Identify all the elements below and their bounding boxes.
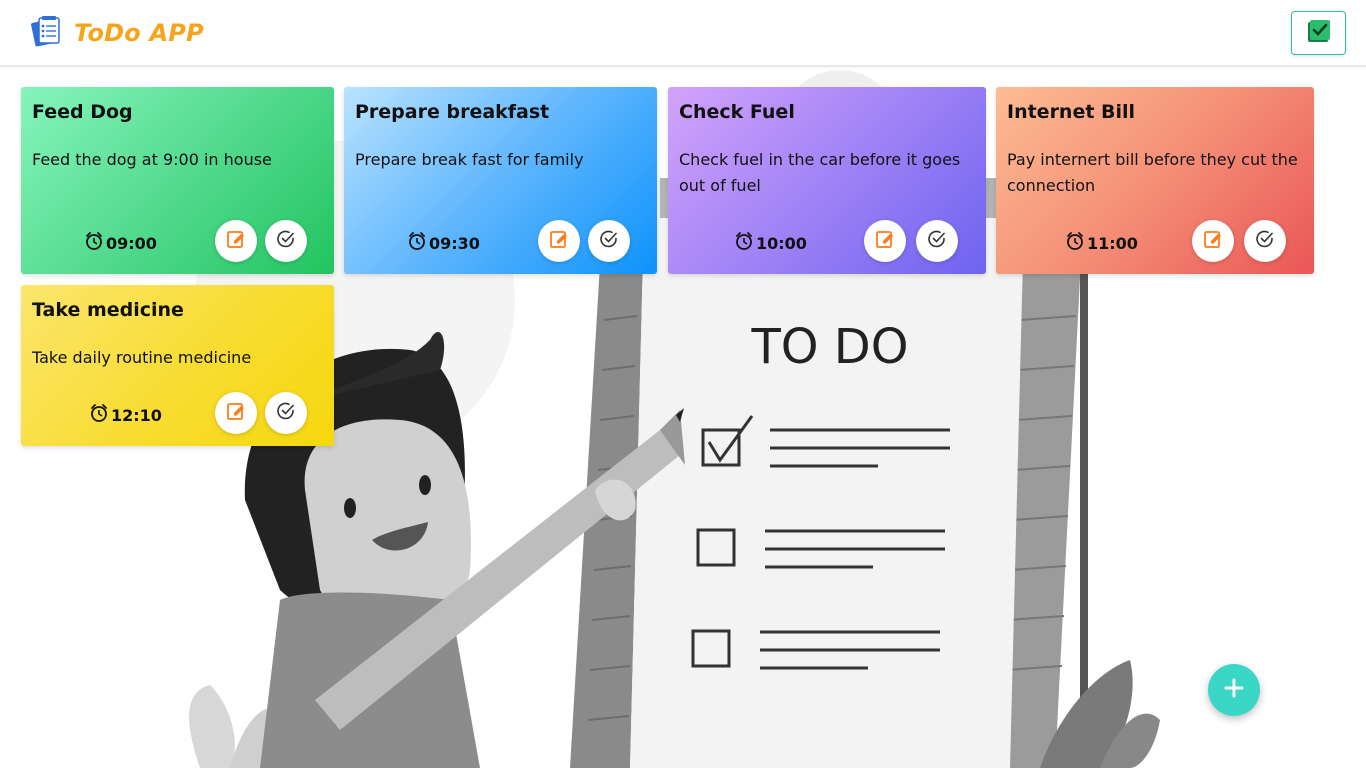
- task-description: Pay internert bill before they cut the c…: [1007, 150, 1298, 195]
- task-card: Take medicine Take daily routine medicine…: [21, 285, 334, 446]
- plus-icon: [1224, 678, 1244, 702]
- app-title: ToDo APP: [74, 19, 204, 47]
- task-time: 10:00: [734, 231, 807, 255]
- check-circle-icon: [927, 229, 947, 253]
- complete-task-button[interactable]: [265, 220, 307, 262]
- app-logo[interactable]: ToDo APP: [31, 15, 204, 51]
- task-description: Take daily routine medicine: [32, 348, 252, 367]
- edit-task-button[interactable]: [538, 220, 580, 262]
- complete-task-button[interactable]: [916, 220, 958, 262]
- task-description: Prepare break fast for family: [355, 150, 584, 169]
- task-time-value: 09:00: [106, 233, 157, 253]
- add-task-button[interactable]: [1208, 664, 1260, 716]
- task-description: Feed the dog at 9:00 in house: [32, 150, 272, 169]
- illustration-heading: TO DO: [750, 319, 908, 375]
- task-card: Internet Bill Pay internert bill before t…: [996, 87, 1314, 274]
- task-title: Feed Dog: [32, 101, 133, 123]
- complete-task-button[interactable]: [1244, 220, 1286, 262]
- task-footer: 09:30: [344, 220, 657, 262]
- task-footer: 09:00: [21, 220, 334, 262]
- checkbox-icon: [1306, 18, 1332, 48]
- task-footer: 10:00: [668, 220, 986, 262]
- task-description: Check fuel in the car before it goes out…: [679, 150, 961, 195]
- check-circle-icon: [276, 401, 296, 425]
- edit-task-button[interactable]: [215, 392, 257, 434]
- task-card: Feed Dog Feed the dog at 9:00 in house 09:…: [21, 87, 334, 274]
- complete-task-button[interactable]: [588, 220, 630, 262]
- app-header: ToDo APP: [0, 0, 1366, 67]
- task-time: 12:10: [89, 403, 162, 427]
- edit-icon: [226, 229, 246, 253]
- edit-task-button[interactable]: [1192, 220, 1234, 262]
- completed-tasks-button[interactable]: [1291, 11, 1346, 55]
- task-time-value: 09:30: [429, 233, 480, 253]
- task-title: Internet Bill: [1007, 101, 1136, 123]
- edit-task-button[interactable]: [215, 220, 257, 262]
- task-title: Check Fuel: [679, 101, 795, 123]
- edit-icon: [226, 401, 246, 425]
- alarm-clock-icon: [1065, 231, 1087, 255]
- task-time-value: 11:00: [1087, 233, 1138, 253]
- notepad-icon: [31, 15, 65, 51]
- task-time-value: 10:00: [756, 233, 807, 253]
- task-time: 11:00: [1065, 231, 1138, 255]
- task-footer: 11:00: [996, 220, 1314, 262]
- alarm-clock-icon: [734, 231, 756, 255]
- edit-task-button[interactable]: [864, 220, 906, 262]
- edit-icon: [875, 229, 895, 253]
- check-circle-icon: [276, 229, 296, 253]
- task-card: Check Fuel Check fuel in the car before i…: [668, 87, 986, 274]
- alarm-clock-icon: [407, 231, 429, 255]
- alarm-clock-icon: [84, 231, 106, 255]
- check-circle-icon: [1255, 229, 1275, 253]
- task-footer: 12:10: [21, 392, 334, 434]
- check-circle-icon: [599, 229, 619, 253]
- alarm-clock-icon: [89, 403, 111, 427]
- task-title: Prepare breakfast: [355, 101, 550, 123]
- edit-icon: [549, 229, 569, 253]
- task-time: 09:00: [84, 231, 157, 255]
- complete-task-button[interactable]: [265, 392, 307, 434]
- task-time: 09:30: [407, 231, 480, 255]
- task-card: Prepare breakfast Prepare break fast for …: [344, 87, 657, 274]
- task-time-value: 12:10: [111, 405, 162, 425]
- task-title: Take medicine: [32, 299, 184, 321]
- edit-icon: [1203, 229, 1223, 253]
